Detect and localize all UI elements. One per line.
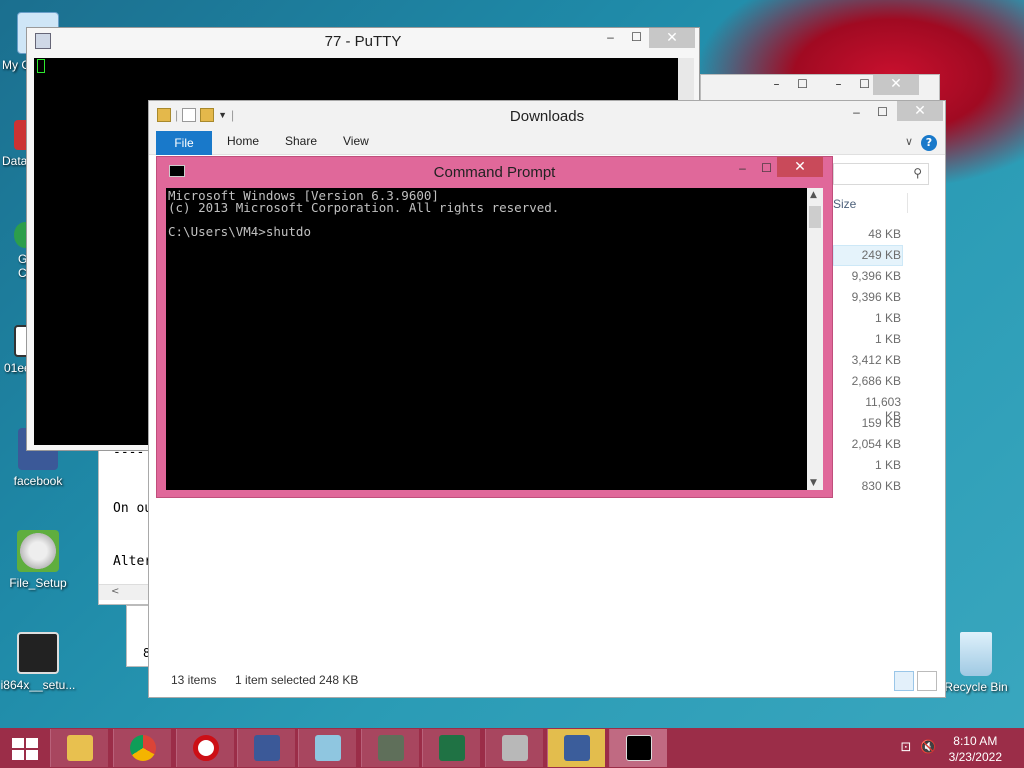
console-line: (c) 2013 Microsoft Corporation. All righ… (168, 200, 560, 215)
terminal-cursor (37, 59, 45, 73)
scroll-left-icon[interactable]: < (111, 586, 119, 597)
cmd-icon (626, 735, 652, 761)
tab-share[interactable]: Share (285, 134, 317, 148)
close-button[interactable]: ✕ (897, 101, 943, 121)
start-button[interactable] (12, 738, 38, 760)
network-tray-icon[interactable]: ⊡ (898, 740, 914, 756)
network-icon (378, 735, 404, 761)
taskbar-opera[interactable] (176, 729, 234, 767)
size-cell[interactable]: 1 KB (849, 311, 901, 325)
maximize-button[interactable]: ☐ (623, 28, 650, 48)
large-icons-view-button[interactable] (917, 671, 937, 691)
desktop-icon-recycle-bin[interactable]: Recycle Bin (940, 632, 1012, 694)
close-button[interactable]: ✕ (777, 157, 823, 177)
opera-icon (193, 735, 219, 761)
window-title: Downloads (509, 108, 585, 125)
taskbar-network-app[interactable] (361, 729, 419, 767)
notepad-icon (315, 735, 341, 761)
setup-icon (17, 632, 59, 674)
excel-icon (439, 735, 465, 761)
clock-time: 8:10 AM (953, 734, 998, 748)
column-divider (907, 193, 908, 213)
column-header-size[interactable]: Size (833, 197, 856, 211)
windows-logo-icon (12, 738, 24, 748)
text-line: Alter (113, 554, 153, 569)
clock[interactable]: 8:10 AM 3/23/2022 (949, 733, 1002, 765)
desktop-icon-label: File_Setup (9, 576, 67, 590)
vertical-scrollbar[interactable]: ▲ ▼ (807, 188, 823, 490)
expand-ribbon-icon[interactable]: ∨ (905, 135, 913, 148)
size-cell[interactable]: 48 KB (849, 227, 901, 241)
tab-home[interactable]: Home (227, 134, 259, 148)
minimize-button[interactable]: – (597, 28, 624, 48)
size-cell[interactable]: 159 KB (849, 416, 901, 430)
help-icon[interactable]: ? (921, 135, 937, 151)
taskbar-app[interactable] (298, 729, 356, 767)
minimize-button-2[interactable]: – (825, 75, 852, 95)
command-prompt-window[interactable]: Command Prompt – ☐ ✕ Microsoft Windows [… (156, 156, 833, 498)
minimize-button[interactable]: – (763, 75, 790, 95)
size-cell[interactable]: 2,686 KB (849, 374, 901, 388)
volume-muted-icon[interactable]: 🔇 (920, 740, 936, 756)
archive-icon (502, 735, 528, 761)
desktop-icon-label: Recycle Bin (944, 680, 1008, 694)
taskbar-command-prompt[interactable] (609, 729, 667, 767)
installer-icon (17, 530, 59, 572)
search-input[interactable]: ⚲ (833, 163, 929, 185)
close-button[interactable]: ✕ (649, 28, 695, 48)
explorer-titlebar[interactable]: | ▼ | Downloads – ☐ ✕ (149, 101, 945, 131)
taskbar-chrome[interactable] (113, 729, 171, 767)
details-view-button[interactable] (894, 671, 914, 691)
maximize-button[interactable]: ☐ (789, 75, 816, 95)
size-cell[interactable]: 1 KB (849, 458, 901, 472)
scroll-up-icon[interactable]: ▲ (810, 190, 817, 200)
facebook-icon (254, 735, 280, 761)
size-cell[interactable]: 9,396 KB (849, 269, 901, 283)
recycle-bin-icon (960, 632, 992, 676)
close-button[interactable]: ✕ (873, 75, 919, 95)
search-icon: ⚲ (913, 166, 922, 180)
taskbar-archive[interactable] (485, 729, 543, 767)
putty-icon (564, 735, 590, 761)
size-cell[interactable]: 2,054 KB (849, 437, 901, 451)
folder-icon (67, 735, 93, 761)
size-cell[interactable]: 3,412 KB (849, 353, 901, 367)
chrome-icon (130, 735, 156, 761)
status-item-count: 13 items (171, 673, 217, 687)
clock-date: 3/23/2022 (948, 750, 1002, 764)
scrollbar-thumb[interactable] (809, 206, 821, 228)
scroll-down-icon[interactable]: ▼ (810, 478, 817, 488)
tab-file[interactable]: File (156, 131, 212, 155)
minimize-button[interactable]: – (729, 159, 756, 179)
status-selection: 1 item selected 248 KB (235, 673, 359, 687)
desktop-icon-label: i864x__setu... (0, 678, 76, 692)
taskbar-excel[interactable] (422, 729, 480, 767)
maximize-button[interactable]: ☐ (869, 103, 896, 123)
maximize-button[interactable]: ☐ (753, 159, 780, 179)
tab-view[interactable]: View (343, 134, 369, 148)
taskbar-putty[interactable] (547, 729, 605, 767)
cmd-console[interactable]: Microsoft Windows [Version 6.3.9600] (c)… (166, 188, 809, 490)
taskbar-facebook[interactable] (237, 729, 295, 767)
desktop-icon-label: facebook (13, 474, 63, 488)
explorer-window-behind[interactable]: – ☐ – ☐ ✕ (700, 74, 940, 101)
cmd-titlebar[interactable]: Command Prompt – ☐ ✕ (157, 157, 832, 183)
size-cell[interactable]: 830 KB (849, 479, 901, 493)
ribbon-tabs: File Home Share View ∨ ? (149, 131, 945, 155)
desktop-icon-i864x-setup[interactable]: i864x__setu... (0, 632, 76, 692)
size-cell[interactable]: 249 KB (849, 248, 901, 262)
console-line: C:\Users\VM4>shutdo (168, 224, 311, 239)
putty-titlebar[interactable]: 77 - PuTTY – ☐ ✕ (27, 28, 699, 54)
desktop-icon-file-setup[interactable]: File_Setup (0, 530, 76, 590)
size-cell[interactable]: 9,396 KB (849, 290, 901, 304)
size-cell[interactable]: 1 KB (849, 332, 901, 346)
minimize-button[interactable]: – (843, 103, 870, 123)
text-line: On ou (113, 501, 153, 516)
taskbar: ⊡ 🔇 8:10 AM 3/23/2022 (0, 728, 1024, 768)
taskbar-file-explorer[interactable] (50, 729, 108, 767)
